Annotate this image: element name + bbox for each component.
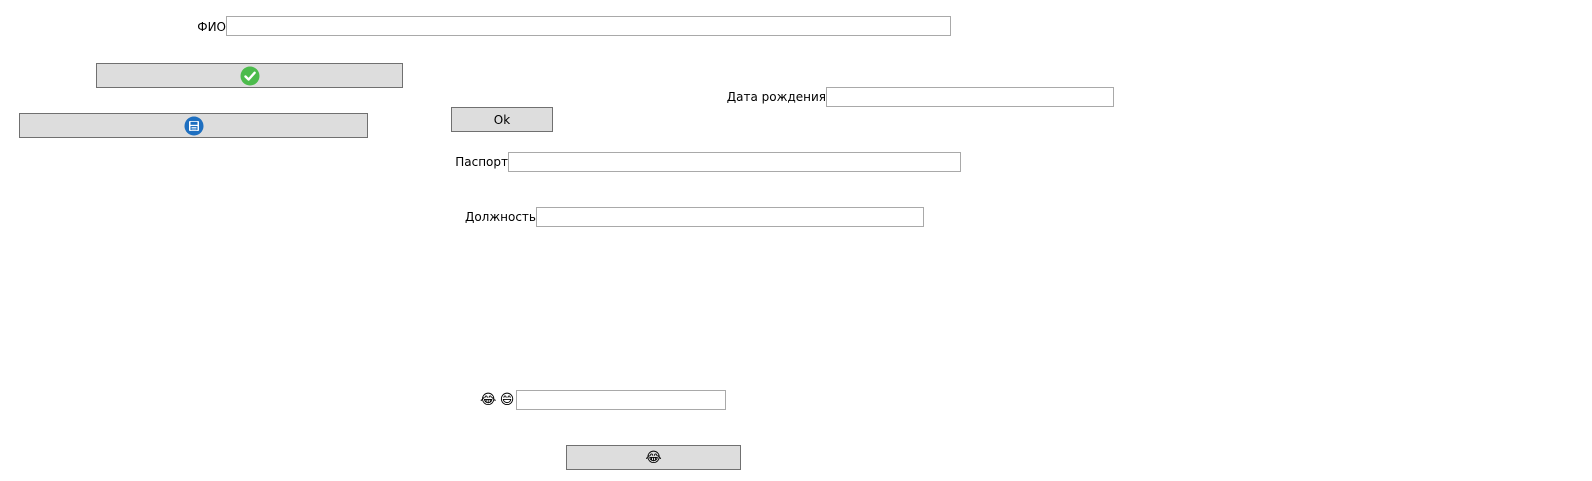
position-label: Должность <box>464 210 536 224</box>
position-input[interactable] <box>536 207 924 227</box>
confirm-button[interactable] <box>96 63 403 88</box>
emoji-input[interactable] <box>516 390 726 410</box>
smiling-emoji-icon: 😄 <box>499 392 515 408</box>
check-circle-icon <box>240 66 260 86</box>
fio-input[interactable] <box>226 16 951 36</box>
fio-label: ФИО <box>197 20 226 34</box>
passport-label: Паспорт <box>455 155 508 169</box>
birthdate-input[interactable] <box>826 87 1114 107</box>
passport-input[interactable] <box>508 152 961 172</box>
laughing-emoji-icon: 😂 <box>645 449 662 466</box>
laughing-emoji-icon: 😂 <box>480 392 497 408</box>
ok-button[interactable]: Ok <box>451 107 553 132</box>
birthdate-label: Дата рождения <box>726 90 826 104</box>
emoji-button[interactable]: 😂 <box>566 445 741 470</box>
floppy-disk-icon <box>184 116 204 136</box>
save-button[interactable] <box>19 113 368 138</box>
ok-button-label: Ok <box>493 112 511 127</box>
